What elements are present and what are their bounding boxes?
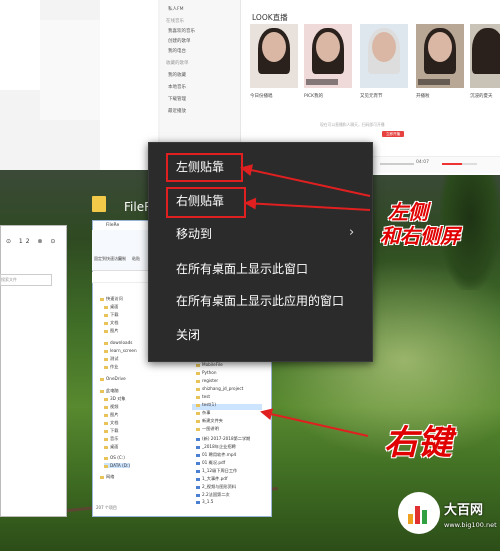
live-caption: PICK我的 — [304, 94, 324, 99]
file-item[interactable]: 01 聘用软件.mp4 — [196, 452, 236, 458]
file-item[interactable]: 3_1.5 — [196, 499, 213, 504]
sidebar-item[interactable]: 下载管理 — [168, 96, 186, 102]
file-item[interactable]: test(1) — [196, 402, 216, 407]
sidebar-item[interactable]: 我喜欢的音乐 — [168, 28, 195, 34]
folder-icon[interactable] — [92, 196, 106, 212]
live-notice: 现在可以直播和人聊天，扫码即可开播 — [320, 122, 385, 127]
file-item[interactable]: _2018年企业招聘 — [196, 444, 236, 450]
tree-item[interactable]: 图片 — [104, 412, 118, 418]
tree-item[interactable]: 3D 对象 — [104, 396, 126, 402]
tree-item[interactable]: 快速访问 — [100, 296, 123, 302]
tree-item[interactable]: 下载 — [104, 312, 118, 318]
sidebar-item[interactable]: 本地音乐 — [168, 84, 186, 90]
menu-item-show-window-all-desktops[interactable]: 在所有桌面上显示此窗口 — [176, 260, 308, 277]
file-item[interactable]: Python — [196, 370, 217, 375]
live-caption: 沉浸的夏天 — [470, 94, 493, 99]
tree-item[interactable]: 图片 — [104, 328, 118, 334]
tree-item[interactable]: 作业 — [104, 364, 118, 370]
file-item[interactable]: 一图讲明 — [196, 426, 219, 432]
menu-item-close[interactable]: 关闭 — [176, 326, 200, 343]
file-item[interactable]: MobileFile — [196, 362, 223, 367]
live-caption: 开播啦 — [416, 94, 430, 99]
tree-item[interactable]: 桌面 — [104, 304, 118, 310]
live-thumbnail[interactable] — [470, 24, 500, 88]
left-window-toolbar: ⊙ 12 ⊗ ⊙ — [6, 238, 59, 245]
ribbon-paste[interactable]: 粘贴 — [132, 256, 140, 262]
music-sidebar: 私人FM 在线音乐 我喜欢的音乐 创建的歌单 我的电台 收藏的歌单 我的收藏 本… — [160, 0, 241, 160]
tree-item[interactable]: DATA (D:) — [104, 463, 131, 468]
sidebar-item[interactable]: 最近播放 — [168, 108, 186, 114]
background-page — [0, 0, 160, 170]
play-time: 04:07 — [416, 160, 429, 165]
file-item[interactable]: 新建文件夹 — [196, 418, 223, 424]
tree-item[interactable]: 音乐 — [104, 436, 118, 442]
annotation-right-click: 右键 — [384, 423, 452, 463]
annotation-left-right: 和右侧屏 — [380, 224, 460, 248]
ribbon-copy[interactable]: 复制 — [118, 256, 126, 262]
start-live-button[interactable]: 立即开播 — [382, 131, 404, 137]
sidebar-item[interactable]: 创建的歌单 — [168, 38, 191, 44]
progress-track[interactable] — [380, 163, 414, 165]
highlight-box-snap-left — [166, 153, 243, 182]
live-thumbnail[interactable] — [250, 24, 298, 88]
tree-item[interactable]: 下载 — [104, 428, 118, 434]
file-item[interactable]: 1_12级下周日工作 — [196, 468, 237, 474]
left-window-search[interactable]: 搜索文件 — [0, 274, 52, 286]
tree-item[interactable]: 此电脑 — [100, 388, 119, 394]
file-item[interactable]: test — [196, 394, 210, 399]
live-thumbnail[interactable] — [416, 24, 464, 88]
watermark-url: www.big100.net — [444, 521, 497, 529]
menu-item-move-to[interactable]: 移动到 — [176, 225, 212, 242]
tree-item[interactable]: 测试 — [104, 356, 118, 362]
file-item[interactable]: register — [196, 378, 218, 383]
file-item[interactable]: (新) 2017-2018第二学期 — [196, 436, 250, 442]
tree-item[interactable]: 文档 — [104, 420, 118, 426]
sidebar-item[interactable]: 我的收藏 — [168, 72, 186, 78]
menu-item-show-app-all-desktops[interactable]: 在所有桌面上显示此应用的窗口 — [176, 292, 344, 309]
live-thumbnail[interactable] — [304, 24, 352, 88]
tree-item[interactable]: OS (C:) — [104, 455, 125, 460]
file-item[interactable]: 杂事 — [196, 410, 210, 416]
highlight-box-snap-right — [166, 187, 246, 218]
watermark-logo — [398, 492, 440, 534]
sidebar-section: 收藏的歌单 — [166, 61, 189, 66]
volume-fill — [442, 163, 462, 165]
live-thumbnail[interactable] — [360, 24, 408, 88]
file-item[interactable]: 2.2法国第二次 — [196, 492, 230, 498]
file-item[interactable]: shizhang_jd_project — [196, 386, 243, 391]
live-caption: 今日份播唱 — [250, 94, 273, 99]
explorer-title: FileRe — [106, 223, 120, 228]
tree-item[interactable]: 视频 — [104, 404, 118, 410]
sidebar-section: 在线音乐 — [166, 19, 184, 24]
tree-item[interactable]: learn_screen — [104, 348, 137, 353]
live-caption: 又见元宵节 — [360, 94, 383, 99]
tree-item[interactable]: 桌面 — [104, 444, 118, 450]
tree-item[interactable]: downloads — [104, 340, 132, 345]
explorer-status: 207 个项目 — [96, 505, 117, 510]
tree-item[interactable]: 文档 — [104, 320, 118, 326]
sidebar-item[interactable]: 我的电台 — [168, 48, 186, 54]
sidebar-item[interactable]: 私人FM — [168, 6, 183, 12]
watermark-name: 大百网 — [444, 503, 484, 518]
tree-item[interactable]: 网络 — [100, 474, 114, 480]
file-item[interactable]: 01 概况.pdf — [196, 460, 225, 466]
file-item[interactable]: 1_大事件.pdf — [196, 476, 227, 482]
chevron-right-icon: › — [349, 225, 355, 240]
file-item[interactable]: 2_视频与图形资料 — [196, 484, 236, 490]
section-title: LOOK直播 — [252, 13, 288, 22]
tree-item[interactable]: OneDrive — [100, 376, 126, 381]
left-window — [0, 225, 67, 517]
